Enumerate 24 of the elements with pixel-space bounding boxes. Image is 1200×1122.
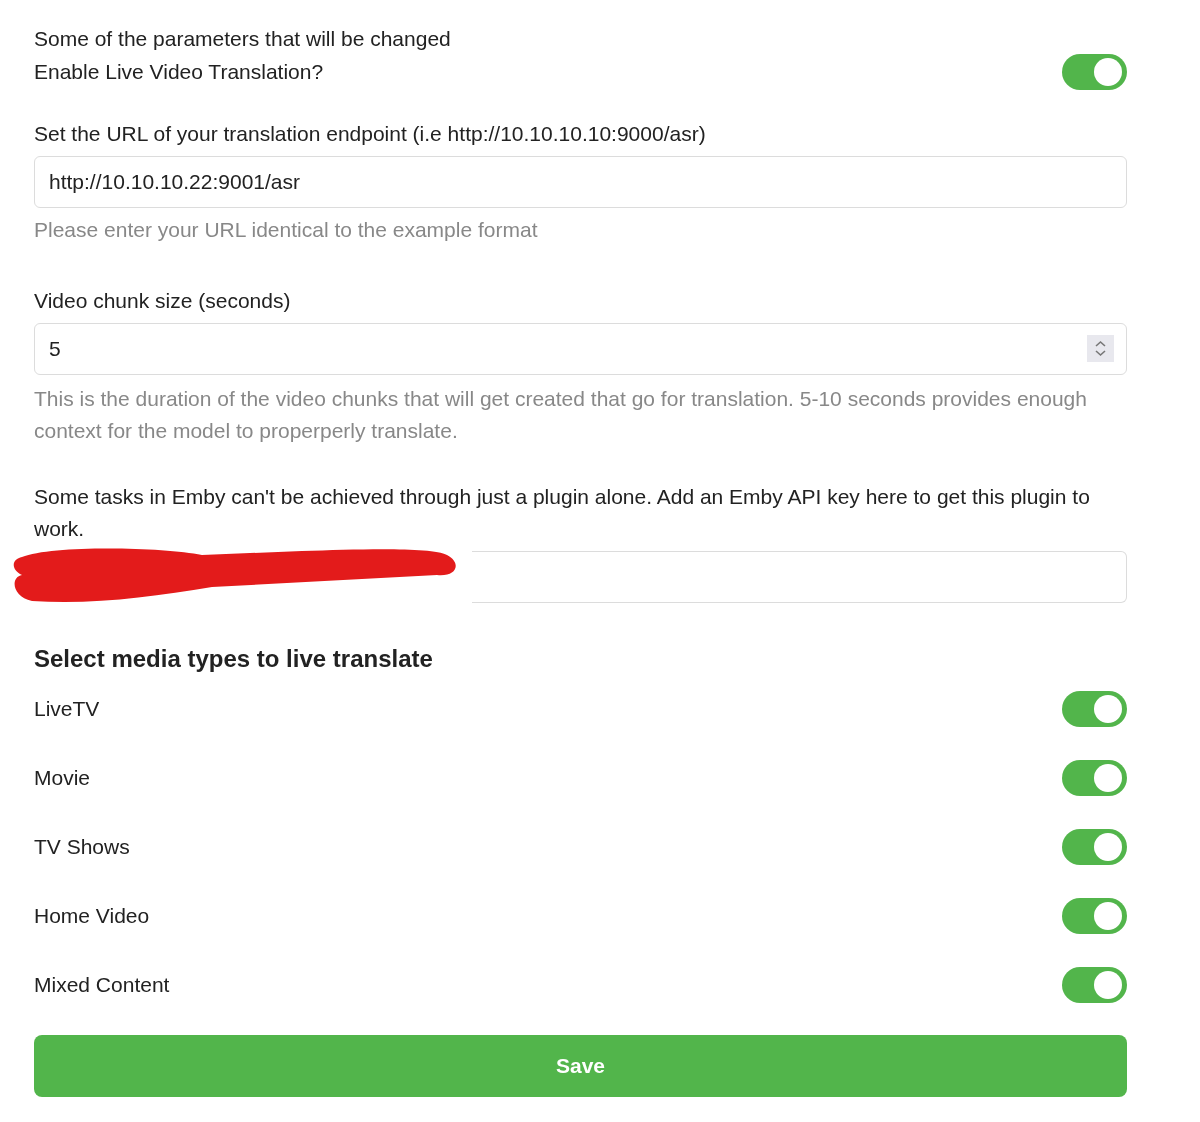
intro-text: Some of the parameters that will be changed xyxy=(34,26,452,52)
url-input-field[interactable]: http://10.10.10.22:9001/asr xyxy=(34,155,1127,208)
field-label: Video chunk size (seconds) xyxy=(34,288,292,314)
toggle-label: Home Video xyxy=(34,902,150,929)
toggle-label: LiveTV xyxy=(34,695,100,722)
toggle-label: Movie xyxy=(34,764,91,791)
toggle-label: TV Shows xyxy=(34,833,130,860)
toggle-label: Enable Live Video Translation? xyxy=(34,59,324,86)
help-text: This is the duration of the video chunks that will get created that go for translation. 5-10 seconds provides enough context for the model to properperly translate. xyxy=(34,385,1088,444)
section-heading: Select media types to live translate xyxy=(34,643,434,674)
number-input-field[interactable]: 5 xyxy=(34,322,1127,375)
toggle-switch[interactable] xyxy=(1062,828,1127,865)
toggle-switch[interactable] xyxy=(1062,759,1127,796)
toggle-switch[interactable] xyxy=(1062,54,1127,90)
toggle-switch[interactable] xyxy=(1062,966,1127,1003)
help-text: Please enter your URL identical to the example format xyxy=(34,216,539,243)
toggle-switch[interactable] xyxy=(1062,897,1127,934)
toggle-switch[interactable] xyxy=(1062,690,1127,727)
toggle-label: Mixed Content xyxy=(34,971,170,998)
field-label: Set the URL of your translation endpoint (i.e http://10.10.10.10:9000/asr) xyxy=(34,121,707,147)
field-value: 5 xyxy=(49,335,61,362)
field-label: Some tasks in Emby can't be achieved through just a plugin alone. Add an Emby API key here to get this plugin to work. xyxy=(34,483,1091,542)
api-key-input-field[interactable] xyxy=(472,550,1127,603)
spinner-icon[interactable] xyxy=(1087,335,1114,362)
